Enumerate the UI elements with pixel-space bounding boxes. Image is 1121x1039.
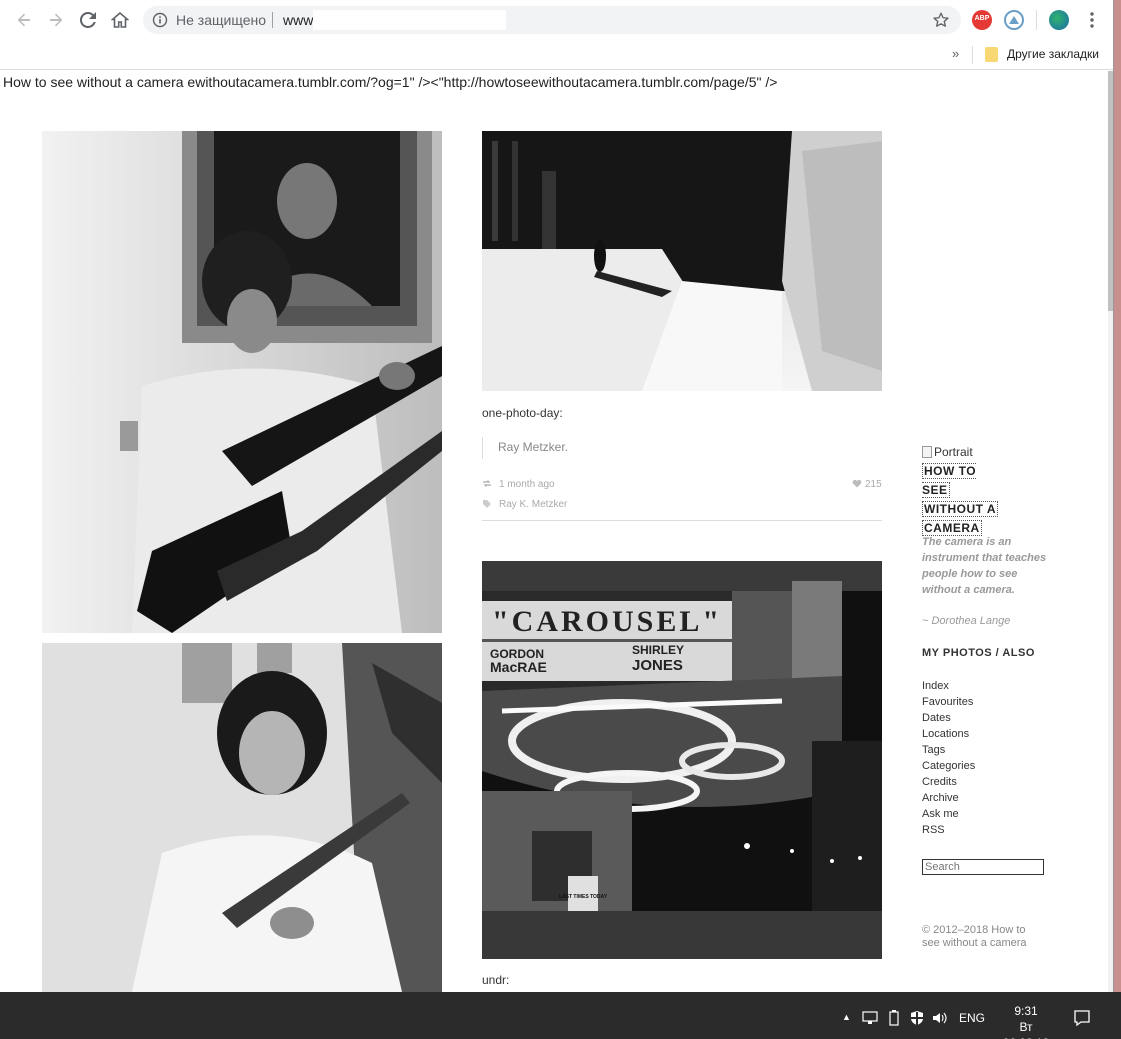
sidebar-item-credits[interactable]: Credits: [922, 774, 975, 790]
blog-motto: The camera is an instrument that teaches…: [922, 536, 1047, 596]
volume-icon[interactable]: [932, 1011, 948, 1025]
sidebar-item-locations[interactable]: Locations: [922, 726, 975, 742]
back-button[interactable]: [12, 8, 36, 32]
like-count: 215: [865, 479, 882, 490]
tray-overflow-icon[interactable]: ▲: [842, 1012, 851, 1022]
booth-sign: LAST TIMES TODAY: [559, 894, 608, 900]
bookmark-star-icon[interactable]: [932, 11, 950, 29]
reload-icon: [80, 12, 96, 28]
sidebar-item-ask-me[interactable]: Ask me: [922, 806, 975, 822]
web-page: How to see without a camera ewithoutacam…: [0, 71, 1108, 992]
notification-center-icon[interactable]: [1073, 1009, 1091, 1027]
bookmarks-bar: » Другие закладки: [0, 40, 1113, 70]
portrait-image[interactable]: Portrait: [922, 445, 973, 459]
security-label[interactable]: Не защищено: [176, 12, 266, 28]
taskbar-clock[interactable]: 9:31 Вт 06.08.19: [997, 1003, 1055, 1039]
back-arrow-icon: [17, 13, 30, 27]
page-scrollbar[interactable]: [1108, 71, 1113, 992]
post-source-link[interactable]: one-photo-day:: [482, 406, 563, 420]
clock-date: Вт 06.08.19: [1003, 1020, 1050, 1039]
url-redaction: [313, 10, 506, 30]
home-icon: [111, 11, 129, 28]
blog-title-line: WITHOUT A: [922, 501, 999, 517]
broken-markup-text: How to see without a camera ewithoutacam…: [3, 74, 778, 90]
url-text[interactable]: www: [283, 12, 313, 28]
blog-title-link[interactable]: HOW TO SEE WITHOUT A CAMERA: [922, 462, 1002, 538]
sidebar-item-categories[interactable]: Categories: [922, 758, 975, 774]
marquee-left-line2: MacRAE: [490, 659, 547, 675]
portrait-alt-text: Portrait: [934, 445, 973, 459]
forward-button[interactable]: [44, 8, 68, 32]
scrollbar-thumb[interactable]: [1108, 71, 1113, 311]
heart-icon[interactable]: [852, 479, 862, 488]
network-icon[interactable]: [862, 1011, 878, 1025]
profile-avatar-icon[interactable]: [1049, 10, 1069, 30]
reload-button[interactable]: [76, 8, 100, 32]
bookmarks-overflow-button[interactable]: »: [952, 46, 959, 61]
photo-carousel-marquee[interactable]: "CAROUSEL" GORDON MacRAE SHIRLEY JONES L…: [482, 561, 882, 959]
toolbar-separator: [1036, 10, 1037, 30]
browser-toolbar: Не защищено www ABP: [0, 0, 1113, 40]
address-separator: [272, 12, 273, 28]
post-tag[interactable]: Ray K. Metzker: [499, 499, 567, 510]
marquee-right-line1: SHIRLEY: [632, 643, 684, 657]
broken-image-icon: [922, 446, 932, 458]
adblock-icon[interactable]: ABP: [972, 10, 992, 30]
marquee-right-line2: JONES: [632, 657, 683, 674]
extension-icon[interactable]: [1004, 10, 1024, 30]
windows-taskbar: [0, 992, 1121, 1039]
post-divider: [482, 520, 882, 521]
copyright-text: © 2012–2018 How to see without a camera: [922, 924, 1027, 949]
info-icon[interactable]: [152, 12, 168, 28]
photo-young-woman-portrait[interactable]: [42, 643, 442, 992]
forward-arrow-icon: [50, 13, 63, 27]
reblog-icon[interactable]: [482, 479, 492, 488]
bookmarks-separator: [972, 46, 973, 64]
menu-button[interactable]: [1080, 8, 1104, 32]
blog-title-line: HOW TO SEE: [922, 463, 977, 498]
sidebar-item-archive[interactable]: Archive: [922, 790, 975, 806]
sidebar-item-index[interactable]: Index: [922, 678, 975, 694]
sidebar-item-favourites[interactable]: Favourites: [922, 694, 975, 710]
sidebar-nav: Index Favourites Dates Locations Tags Ca…: [922, 678, 975, 838]
sidebar-item-tags[interactable]: Tags: [922, 742, 975, 758]
security-shield-icon[interactable]: [910, 1010, 924, 1026]
tag-icon: [483, 500, 491, 508]
post-timestamp[interactable]: 1 month ago: [499, 479, 555, 490]
home-button[interactable]: [108, 8, 132, 32]
address-bar[interactable]: Не защищено www: [143, 6, 961, 34]
clock-time: 9:31: [1014, 1004, 1038, 1018]
sidebar-item-dates[interactable]: Dates: [922, 710, 975, 726]
motto-attribution: ~ Dorothea Lange: [922, 615, 1011, 627]
folder-icon[interactable]: [985, 47, 998, 62]
post-quote: Ray Metzker.: [482, 437, 882, 459]
other-bookmarks-folder[interactable]: Другие закладки: [1007, 47, 1099, 61]
adblock-label: ABP: [974, 15, 990, 22]
input-language-indicator[interactable]: ENG: [959, 1011, 985, 1025]
marquee-title: "CAROUSEL": [492, 605, 722, 638]
battery-icon[interactable]: [889, 1010, 899, 1026]
post-source-link[interactable]: undr:: [482, 973, 509, 987]
photo-woman-with-rifle[interactable]: [42, 131, 442, 633]
sidebar-section-heading: MY PHOTOS / ALSO: [922, 647, 1035, 659]
sidebar-item-rss[interactable]: RSS: [922, 822, 975, 838]
browser-window: Не защищено www ABP » Другие закладки Ho…: [0, 0, 1114, 992]
search-input[interactable]: [922, 859, 1044, 875]
kebab-menu-icon: [1090, 12, 1094, 28]
photo-street-shadow[interactable]: [482, 131, 882, 391]
